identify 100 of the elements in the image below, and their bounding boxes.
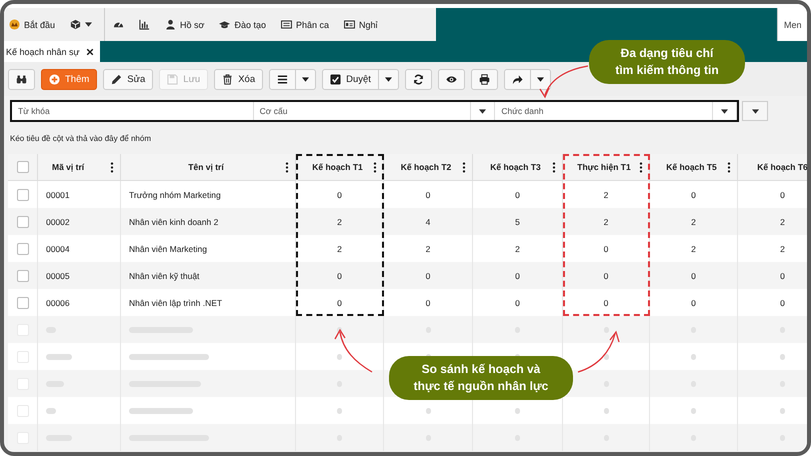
nav-item[interactable]: Bắt đầu: [6, 8, 58, 41]
table-cell: Nhân viên kỹ thuật: [129, 270, 200, 280]
cube-icon: [70, 19, 82, 30]
bar-chart-icon: [139, 19, 150, 30]
column-menu-icon[interactable]: [110, 162, 114, 172]
caret-icon: [85, 22, 92, 27]
table-cell: 0: [691, 298, 696, 308]
toolbar-button[interactable]: Xóa: [214, 68, 264, 90]
blurred-text: [780, 408, 785, 414]
caret-icon: [384, 76, 392, 82]
table-cell: Nhân viên kinh doanh 2: [129, 216, 218, 226]
filter-field[interactable]: Từ khóa: [12, 102, 254, 120]
table-cell: 2: [604, 216, 608, 226]
table-cell: 2: [604, 190, 608, 200]
row-checkbox[interactable]: [16, 270, 28, 282]
nav-item[interactable]: Hồ sơ: [162, 8, 208, 41]
column-title[interactable]: Kế hoạch T1: [302, 162, 373, 172]
column-menu-icon[interactable]: [373, 162, 377, 172]
nav-item[interactable]: Nghỉ: [341, 8, 381, 41]
column-title[interactable]: Kế hoạch T2: [390, 162, 462, 172]
table-cell: 0: [780, 298, 785, 308]
blurred-text: [604, 354, 608, 360]
close-icon[interactable]: [86, 48, 94, 56]
toolbar-button[interactable]: [504, 68, 531, 90]
toolbar-button[interactable]: Sửa: [103, 68, 154, 90]
row-checkbox[interactable]: [16, 216, 28, 228]
column-title[interactable]: Kế hoạch T3: [479, 162, 552, 172]
person-icon: [165, 19, 176, 30]
callout-bubble: So sánh kế hoạch và thực tế nguồn nhân lực: [389, 356, 573, 400]
toolbar-button[interactable]: [438, 68, 465, 90]
table-cell: 0: [337, 298, 342, 308]
column-menu-icon[interactable]: [727, 162, 731, 172]
table-cell: 4: [426, 216, 430, 226]
table-cell: 0: [780, 270, 785, 280]
table-cell: Trưởng nhóm Marketing: [129, 190, 221, 200]
column-menu-icon[interactable]: [285, 162, 289, 172]
column-menu-icon[interactable]: [462, 162, 466, 172]
table-cell: 2: [337, 216, 342, 226]
blurred-text: [426, 408, 430, 414]
filter-field[interactable]: Chức danh: [495, 102, 714, 120]
caret-icon: [752, 108, 758, 114]
filter-field[interactable]: Cơ cấu: [254, 102, 472, 120]
printer-icon: [478, 74, 490, 84]
table-cell: 0: [604, 298, 608, 308]
table-cell: 0: [604, 270, 608, 280]
dropdown-button[interactable]: [530, 68, 551, 90]
table-cell: 2: [780, 216, 785, 226]
nav-item[interactable]: Đào tạo: [216, 8, 269, 41]
dropdown-button[interactable]: [713, 102, 738, 120]
dropdown-button[interactable]: [296, 68, 316, 90]
plus-icon: [49, 74, 60, 84]
table-cell: 0: [426, 190, 430, 200]
dropdown-button[interactable]: [742, 101, 768, 121]
table-cell: 0: [691, 270, 696, 280]
row-checkbox[interactable]: [16, 242, 28, 254]
row-checkbox[interactable]: [16, 296, 28, 308]
caret-icon: [479, 108, 486, 114]
blurred-text: [337, 326, 342, 332]
document-tab[interactable]: Kế hoạch nhân sự: [4, 41, 100, 62]
eye-icon: [446, 74, 457, 84]
table-cell: 2: [691, 244, 696, 254]
curved-arrow: [539, 65, 588, 98]
graduation-cap-icon: [219, 19, 230, 30]
table-cell: 00004: [46, 244, 70, 254]
column-title[interactable]: Tên vị trí: [127, 162, 285, 172]
table-cell: 0: [426, 298, 430, 308]
toolbar-button[interactable]: [269, 68, 296, 90]
blurred-text: [515, 408, 520, 414]
toolbar-button[interactable]: [404, 68, 432, 90]
column-title[interactable]: Thực hiện T1: [569, 162, 639, 172]
id-card-icon: [344, 19, 356, 30]
toolbar-button[interactable]: Duyệt: [322, 68, 379, 90]
column-menu-icon[interactable]: [639, 162, 643, 172]
curved-arrow: [334, 328, 372, 373]
dropdown-button[interactable]: [471, 102, 496, 120]
blurred-text: [337, 354, 342, 360]
blurred-text: [691, 408, 696, 414]
group-hint: Kéo tiêu đề cột và thả vào đây để nhóm: [10, 134, 151, 143]
table-cell: 0: [426, 270, 430, 280]
dropdown-button[interactable]: [378, 68, 399, 90]
nav-item[interactable]: Phân ca: [278, 8, 332, 41]
table-cell: 0: [337, 270, 342, 280]
blurred-text: [129, 408, 193, 414]
table-cell: 00001: [46, 190, 70, 200]
column-title[interactable]: Mã vị trí: [44, 162, 110, 172]
table-cell: 00005: [46, 270, 70, 280]
menu-icon: [277, 74, 288, 84]
blurred-text: [780, 354, 785, 360]
menu-button[interactable]: Men: [777, 8, 807, 41]
table-cell: 2: [691, 216, 696, 226]
blurred-text: [691, 354, 696, 360]
toolbar-button[interactable]: [470, 68, 498, 90]
row-checkbox[interactable]: [16, 188, 28, 200]
select-all-checkbox[interactable]: [16, 161, 28, 173]
caret-icon: [721, 108, 728, 114]
toolbar-button[interactable]: [8, 68, 35, 90]
callout-bubble: Đa dạng tiêu chí tìm kiếm thông tin: [589, 40, 745, 84]
column-title[interactable]: Kế hoạch T5: [656, 162, 727, 172]
column-menu-icon[interactable]: [552, 162, 556, 172]
caret-icon: [302, 76, 310, 82]
